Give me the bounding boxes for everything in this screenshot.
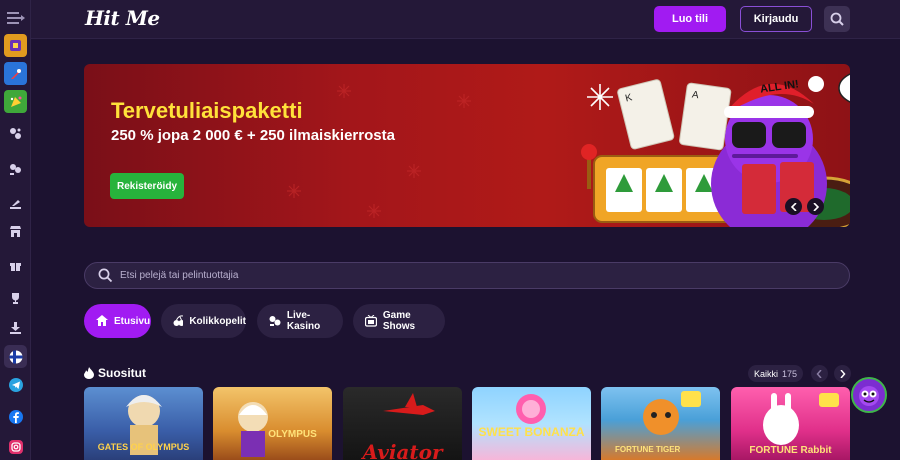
login-button[interactable]: Kirjaudu — [740, 6, 812, 32]
telegram-icon[interactable] — [4, 373, 27, 396]
game-tile[interactable]: FORTUNE TIGER — [601, 387, 720, 460]
chevron-left-icon — [790, 202, 797, 211]
live-casino-icon[interactable] — [4, 157, 27, 180]
download-icon[interactable] — [4, 316, 27, 339]
banner-prev-button[interactable] — [785, 198, 802, 215]
banner-subtitle: 250 % jopa 2 000 € + 250 ilmaiskierrosta — [111, 127, 395, 144]
home-icon — [96, 315, 108, 326]
popular-section-title: Suositut — [84, 366, 146, 380]
instagram-icon[interactable] — [4, 435, 27, 458]
game-title: GATES OF OLYMPUS — [97, 442, 190, 452]
game-tile[interactable]: SWEET BONANZA — [472, 387, 591, 460]
tab-home[interactable]: Etusivu — [84, 304, 151, 338]
banner-next-button[interactable] — [807, 198, 824, 215]
dice-icon — [269, 316, 281, 326]
banner-title: Tervetuliaispaketti — [111, 98, 303, 123]
cherries-icon — [173, 315, 184, 326]
tab-live-casino-label: Live-Kasino — [286, 310, 321, 332]
mascot-icon — [859, 386, 879, 406]
facebook-icon[interactable] — [4, 405, 27, 428]
gift-icon[interactable] — [4, 254, 27, 277]
chevron-right-icon — [840, 369, 846, 378]
slots-icon[interactable] — [4, 122, 27, 145]
game-tile[interactable]: OLYMPUS — [213, 387, 332, 460]
game-art — [516, 394, 546, 424]
promo-banner[interactable]: Tervetuliaispaketti 250 % jopa 2 000 € +… — [84, 64, 850, 227]
chevron-left-icon — [816, 369, 822, 378]
crash-games-icon[interactable] — [4, 192, 27, 215]
popular-title: Suositut — [98, 366, 146, 380]
tab-slots-label: Kolikkopelit — [189, 315, 246, 327]
game-title: FORTUNE Rabbit — [749, 445, 832, 456]
search-icon — [830, 12, 844, 26]
search-icon — [98, 268, 113, 283]
tab-home-label: Etusivu — [114, 315, 151, 327]
popular-next-button[interactable] — [834, 365, 851, 382]
tab-live-casino[interactable]: Live-Kasino — [257, 304, 343, 338]
finland-flag-icon[interactable] — [4, 345, 27, 368]
top-header: Hit Me Luo tili Kirjaudu — [31, 0, 900, 39]
chevron-right-icon — [812, 202, 819, 211]
tab-game-shows[interactable]: Game Shows — [353, 304, 445, 338]
signup-button[interactable]: Luo tili — [654, 6, 726, 32]
support-chat-button[interactable] — [851, 377, 887, 413]
menu-toggle-icon[interactable] — [4, 6, 27, 29]
game-title: FORTUNE TIGER — [615, 445, 681, 454]
rocket-tile-icon[interactable] — [4, 62, 27, 85]
fire-icon — [84, 367, 94, 379]
popular-prev-button[interactable] — [811, 365, 828, 382]
view-all-button[interactable]: Kaikki 175 — [748, 365, 803, 382]
view-all-label: Kaikki — [753, 368, 778, 379]
tab-game-shows-label: Game Shows — [382, 310, 416, 332]
register-button[interactable]: Rekisteröidy — [110, 173, 184, 199]
game-art — [238, 402, 268, 457]
game-tile[interactable]: FORTUNE Rabbit — [731, 387, 850, 460]
game-title: Aviator — [362, 440, 443, 460]
tab-slots[interactable]: Kolikkopelit — [161, 304, 246, 338]
sidebar — [0, 0, 31, 460]
game-tile[interactable]: Aviator — [343, 387, 462, 460]
view-all-count: 175 — [781, 368, 798, 379]
tv-icon — [365, 315, 377, 327]
game-search-bar — [84, 262, 850, 289]
promo-tile-icon[interactable] — [4, 34, 27, 57]
game-tile[interactable]: GATES OF OLYMPUS — [84, 387, 203, 460]
site-logo[interactable]: Hit Me — [85, 6, 160, 30]
game-title: OLYMPUS — [268, 429, 317, 440]
game-search-input[interactable] — [120, 263, 820, 288]
header-search-button[interactable] — [824, 6, 850, 32]
trophy-icon[interactable] — [4, 287, 27, 310]
party-tile-icon[interactable] — [4, 90, 27, 113]
game-title: SWEET BONANZA — [478, 425, 585, 439]
store-icon[interactable] — [4, 220, 27, 243]
